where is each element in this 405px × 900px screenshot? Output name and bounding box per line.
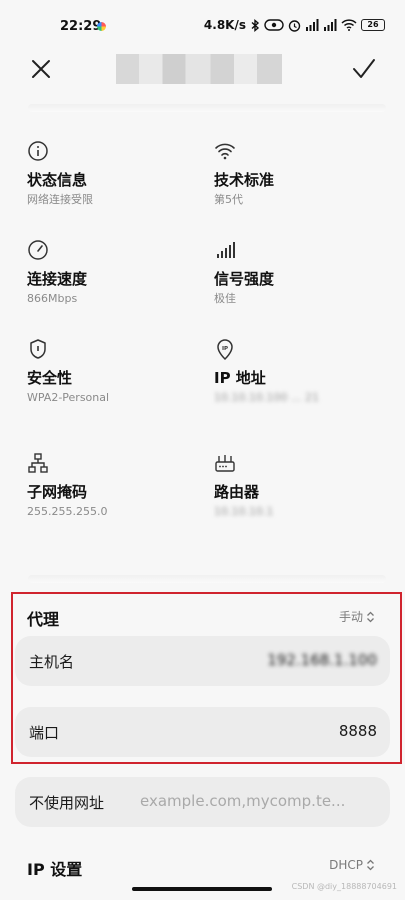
ip-settings-mode-value: DHCP (329, 858, 363, 872)
proxy-mode-value: 手动 (338, 610, 363, 624)
net-speed: 4.8K/s (203, 18, 246, 32)
shield-icon (30, 339, 46, 359)
info-label: IP 地址 (214, 369, 266, 387)
port-value[interactable]: 8888 (339, 722, 377, 740)
proxy-host-field[interactable]: 主机名 192.168.1.100 (15, 636, 390, 686)
info-item-security: 安全性 WPA2-Personal (27, 338, 197, 406)
ip-pin-icon: IP (217, 339, 233, 360)
header: ██████████ (0, 52, 405, 88)
status-time: 22:29 (60, 19, 102, 34)
info-item-standard: 技术标准 第5代 (214, 140, 384, 208)
wifi-icon (215, 143, 235, 160)
status-indicators: 4.8K/s 26 (204, 18, 385, 32)
info-value: 10.10.10.1 (214, 505, 274, 518)
port-label: 端口 (29, 724, 60, 742)
router-icon (215, 455, 235, 472)
info-value: WPA2-Personal (27, 391, 110, 404)
bypass-input[interactable]: example.com,mycomp.te... (140, 792, 380, 810)
section-divider (28, 104, 386, 112)
info-label: 连接速度 (27, 270, 88, 288)
chevron-up-down-icon (367, 611, 374, 622)
info-label: 子网掩码 (27, 483, 88, 501)
alarm-icon (288, 19, 301, 32)
speedometer-icon (28, 240, 48, 260)
info-label: 安全性 (27, 369, 73, 387)
battery-icon: 26 (361, 19, 385, 31)
info-value: 极佳 (214, 292, 236, 305)
confirm-check-icon[interactable] (351, 56, 377, 82)
section-divider (28, 575, 386, 583)
chevron-up-down-icon (367, 859, 374, 871)
wifi-status-icon (341, 19, 357, 31)
hd-call-icon (264, 19, 284, 31)
ip-settings-label: IP 设置 (27, 860, 83, 879)
info-value: 第5代 (214, 193, 243, 206)
app-notification-icon (97, 22, 106, 31)
info-item-status: 状态信息 网络连接受限 (27, 140, 197, 208)
info-value: 866Mbps (27, 292, 78, 305)
host-label: 主机名 (29, 653, 75, 671)
network-name-title: ██████████ (116, 54, 282, 84)
info-label: 信号强度 (214, 270, 275, 288)
proxy-port-field[interactable]: 端口 8888 (15, 707, 390, 757)
info-value: 10.10.10.100 ... 21 (214, 391, 319, 404)
info-item-ip: IP IP 地址 10.10.10.100 ... 21 (214, 338, 384, 406)
info-icon (28, 141, 48, 161)
info-label: 路由器 (214, 483, 260, 501)
bypass-label: 不使用网址 (29, 794, 105, 812)
home-indicator[interactable] (132, 887, 272, 891)
network-tree-icon (28, 453, 48, 473)
ip-settings-mode-selector[interactable]: DHCP (329, 858, 375, 872)
info-label: 状态信息 (27, 171, 88, 189)
info-item-subnet: 子网掩码 255.255.255.0 (27, 452, 197, 520)
watermark: CSDN @diy_18888704691 (291, 882, 397, 891)
info-item-router: 路由器 10.10.10.1 (214, 452, 384, 520)
bluetooth-icon (251, 18, 260, 32)
close-icon[interactable] (28, 56, 54, 82)
cellular-icon (324, 19, 337, 31)
info-item-speed: 连接速度 866Mbps (27, 239, 197, 307)
proxy-bypass-field[interactable]: 不使用网址 example.com,mycomp.te... (15, 777, 390, 827)
info-item-signal: 信号强度 极佳 (214, 239, 384, 307)
proxy-mode-selector[interactable]: 手动 (339, 608, 375, 625)
proxy-label: 代理 (27, 610, 60, 629)
svg-text:IP: IP (222, 346, 228, 352)
cellular-hd-icon (306, 19, 319, 31)
status-bar: 22:29 4.8K/s 26 (0, 0, 405, 52)
host-value[interactable]: 192.168.1.100 (267, 651, 377, 669)
info-value: 255.255.255.0 (27, 505, 108, 518)
info-label: 技术标准 (214, 171, 275, 189)
info-value: 网络连接受限 (27, 193, 93, 206)
signal-bars-icon (217, 242, 235, 258)
